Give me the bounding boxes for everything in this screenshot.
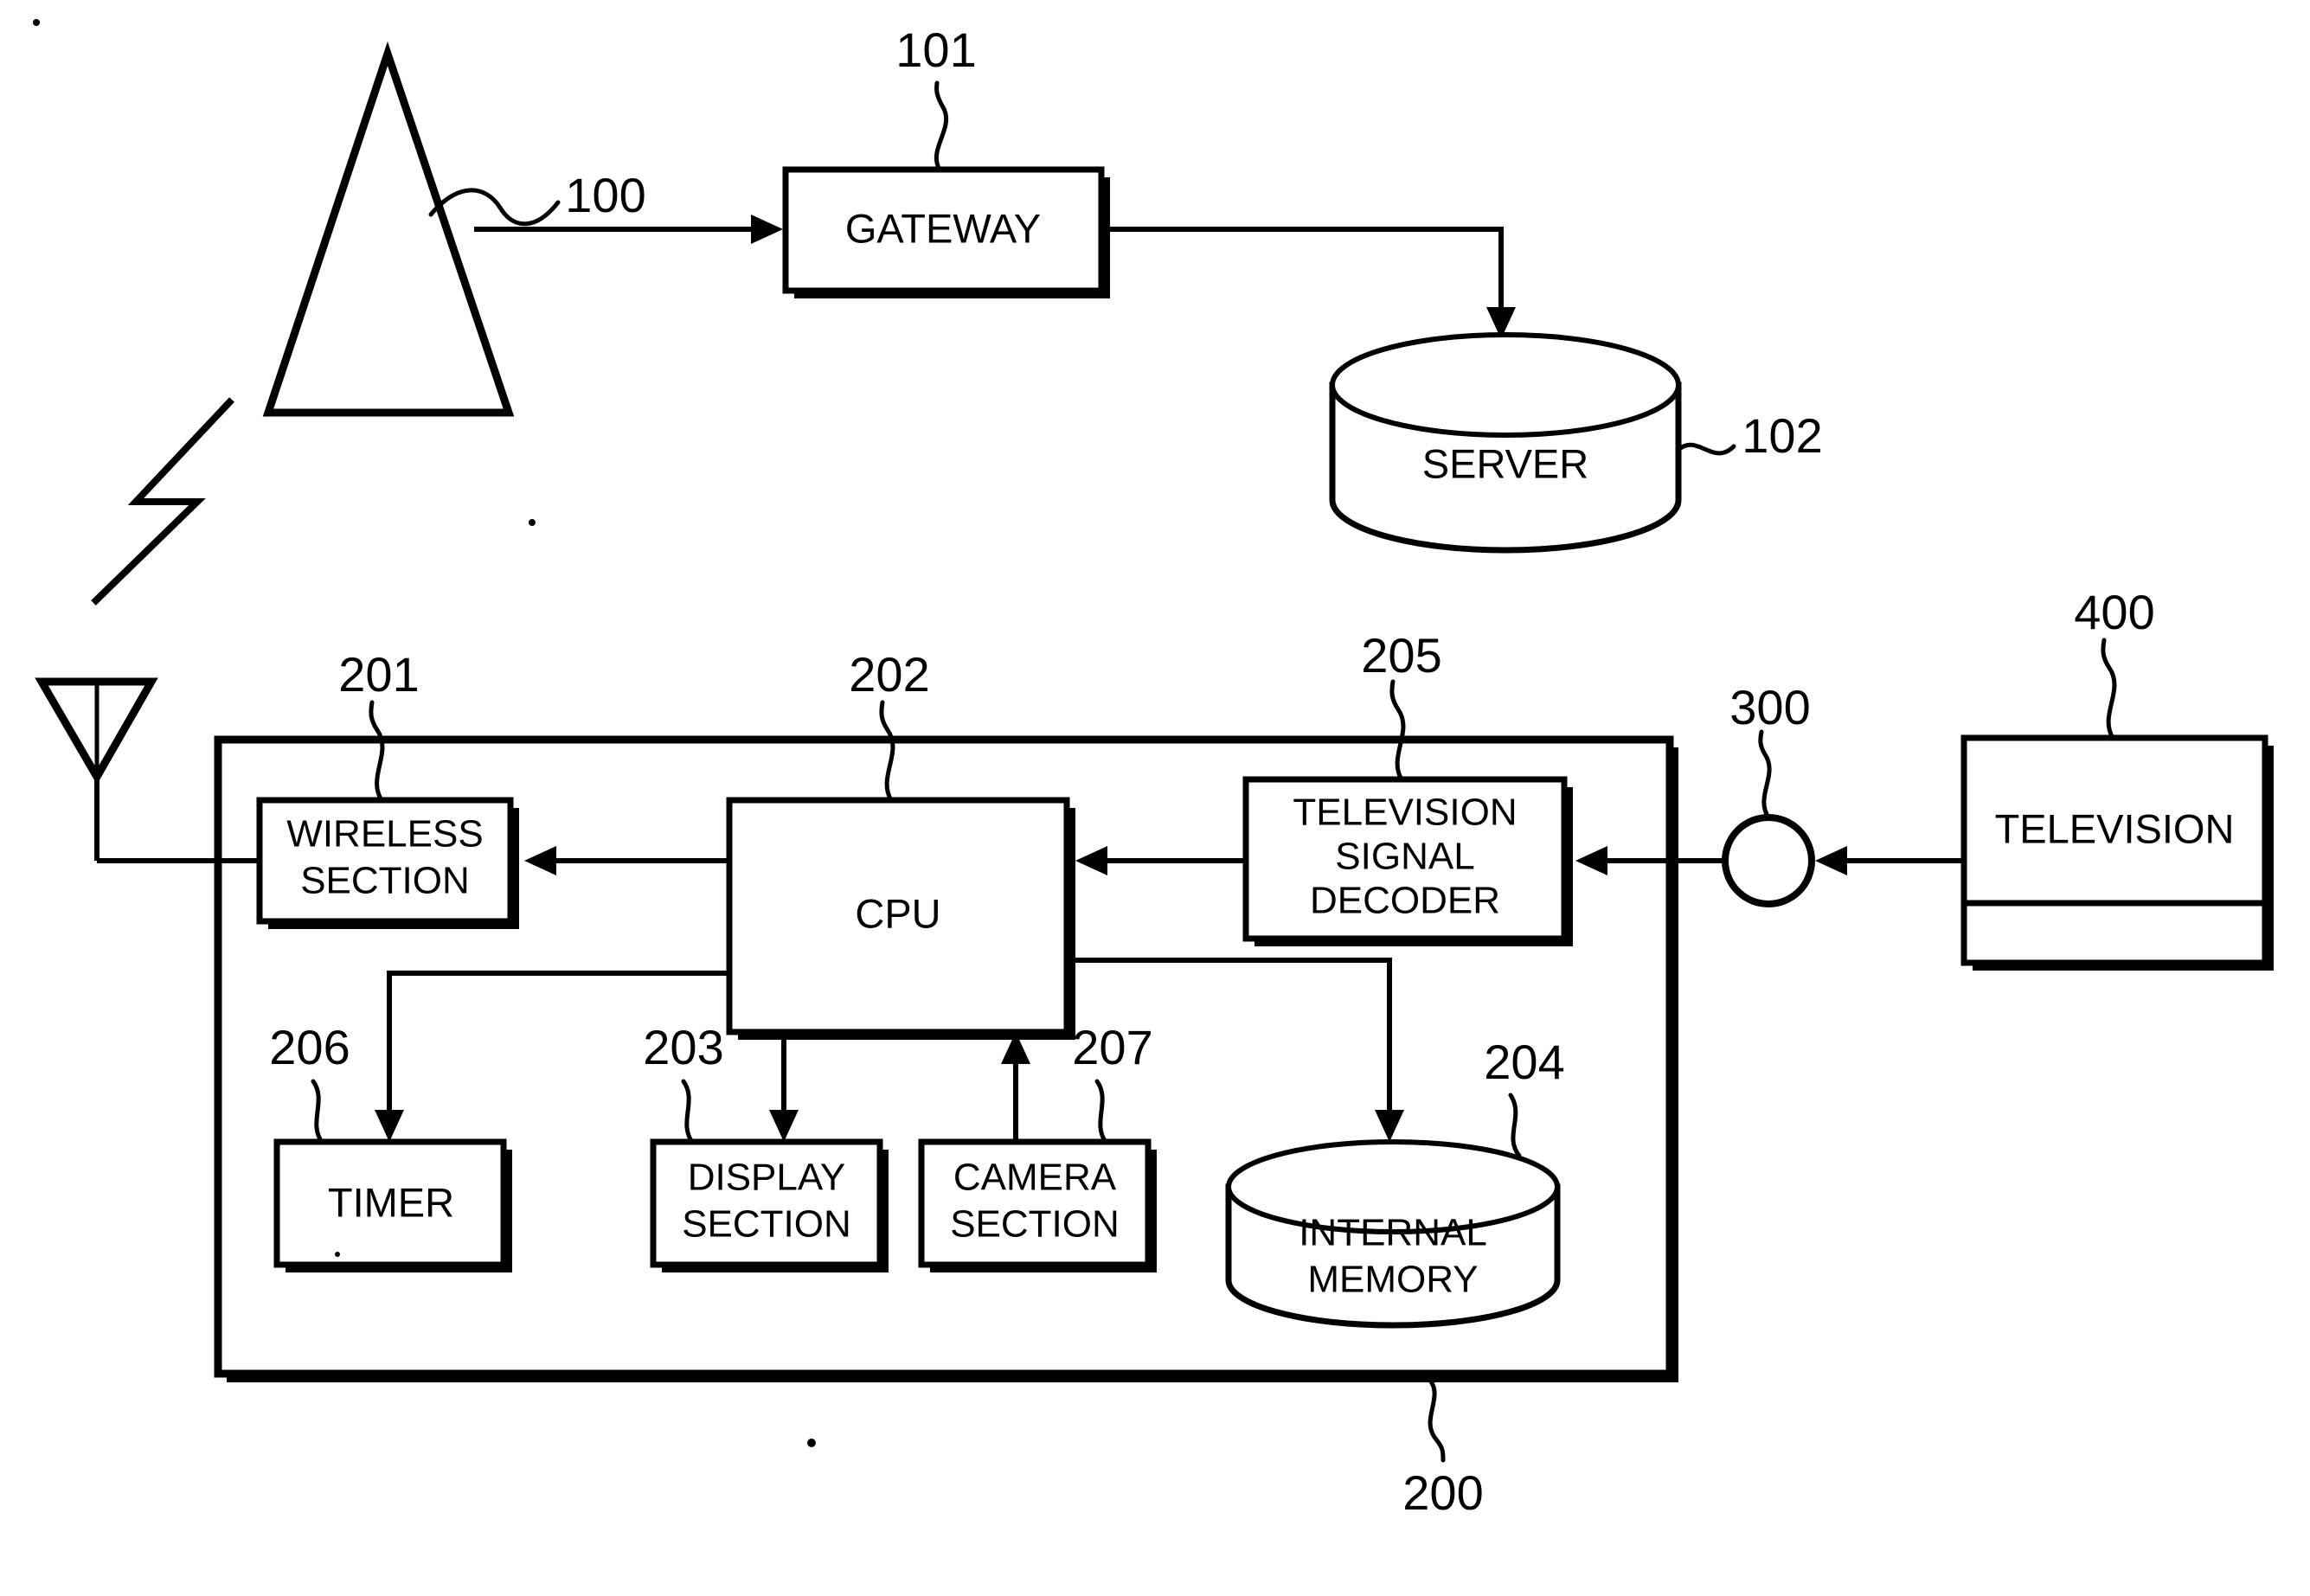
scan-speck — [33, 19, 40, 26]
ref-label-203: 203 — [643, 1020, 723, 1074]
server-node: SERVER 102 — [1329, 332, 1823, 554]
tv-decoder-label-line3: DECODER — [1310, 880, 1500, 922]
junction-node: 300 — [1722, 680, 1815, 907]
ref-label-200: 200 — [1402, 1465, 1483, 1520]
ref-label-201: 201 — [338, 647, 419, 702]
link-cpu-wireless — [524, 846, 729, 875]
cpu-label: CPU — [855, 890, 940, 936]
server-label: SERVER — [1422, 440, 1588, 486]
ref-leader-202 — [879, 700, 895, 803]
ref-label-400: 400 — [2074, 585, 2154, 639]
link-cpu-display — [769, 1032, 799, 1142]
junction-circle — [1722, 814, 1815, 907]
ref-label-206: 206 — [269, 1020, 350, 1074]
ref-leader-102 — [1676, 442, 1736, 456]
link-camera-cpu — [1001, 1032, 1030, 1142]
camera-section-node: CAMERA SECTION 207 — [918, 1020, 1157, 1272]
cpu-node: CPU 202 — [726, 647, 1075, 1040]
patent-block-diagram: 100 GATEWAY 101 SERVER 102 200 WIRELESS … — [33, 19, 2274, 1520]
television-label: TELEVISION — [1995, 805, 2235, 851]
scan-speck — [807, 1439, 816, 1447]
ref-leader-101 — [934, 80, 949, 172]
ref-leader-400 — [2101, 638, 2117, 740]
ref-leader-201 — [369, 700, 385, 803]
ref-label-101: 101 — [895, 22, 976, 77]
ref-leader-203 — [681, 1079, 695, 1144]
wireless-section-label-line1: WIRELESS — [286, 813, 483, 856]
tv-decoder-label-line1: TELEVISION — [1293, 792, 1517, 834]
ref-label-202: 202 — [849, 647, 929, 702]
link-television-junction — [1815, 846, 1964, 875]
internal-memory-label-line1: INTERNAL — [1299, 1212, 1487, 1254]
ref-leader-207 — [1094, 1079, 1108, 1144]
lightning-bolt-icon — [91, 397, 234, 606]
display-section-node: DISPLAY SECTION 203 — [643, 1020, 889, 1272]
ref-label-205: 205 — [1361, 628, 1441, 683]
ref-leader-300 — [1758, 729, 1772, 820]
ref-label-102: 102 — [1742, 408, 1822, 463]
gateway-label: GATEWAY — [845, 205, 1041, 251]
display-section-label-line1: DISPLAY — [688, 1157, 846, 1199]
scan-speck — [529, 519, 536, 526]
wireless-section-label-line2: SECTION — [300, 860, 470, 902]
ref-leader-204 — [1508, 1093, 1522, 1158]
link-junction-decoder — [1575, 846, 1727, 875]
antenna-tower-icon — [262, 41, 515, 417]
ref-label-207: 207 — [1072, 1020, 1152, 1074]
ref-leader-100 — [428, 188, 561, 227]
link-gateway-server — [1101, 227, 1516, 339]
ref-leader-205 — [1389, 679, 1406, 782]
ref-label-100: 100 — [565, 168, 645, 222]
ref-group-200: 200 — [1402, 1375, 1484, 1520]
internal-memory-node: INTERNAL MEMORY 204 — [1225, 1035, 1565, 1329]
tv-signal-decoder-node: TELEVISION SIGNAL DECODER 205 — [1242, 628, 1573, 946]
camera-section-label-line2: SECTION — [950, 1203, 1120, 1246]
ref-label-300: 300 — [1729, 680, 1810, 734]
tv-decoder-label-line2: SIGNAL — [1335, 836, 1474, 878]
display-section-label-line2: SECTION — [682, 1203, 851, 1246]
timer-label: TIMER — [328, 1179, 454, 1225]
internal-memory-label-line2: MEMORY — [1307, 1259, 1478, 1301]
wireless-section-node: WIRELESS SECTION 201 — [256, 647, 519, 929]
link-decoder-cpu — [1075, 846, 1246, 875]
base-station-group: 100 — [262, 41, 646, 417]
ref-label-204: 204 — [1484, 1035, 1564, 1089]
television-node: TELEVISION 400 — [1960, 585, 2274, 971]
ref-leader-206 — [311, 1079, 324, 1144]
server-cylinder-top — [1330, 332, 1681, 438]
terminal-antenna-group — [35, 677, 158, 861]
gateway-node: GATEWAY 101 — [782, 22, 1110, 298]
camera-section-label-line1: CAMERA — [953, 1157, 1117, 1199]
